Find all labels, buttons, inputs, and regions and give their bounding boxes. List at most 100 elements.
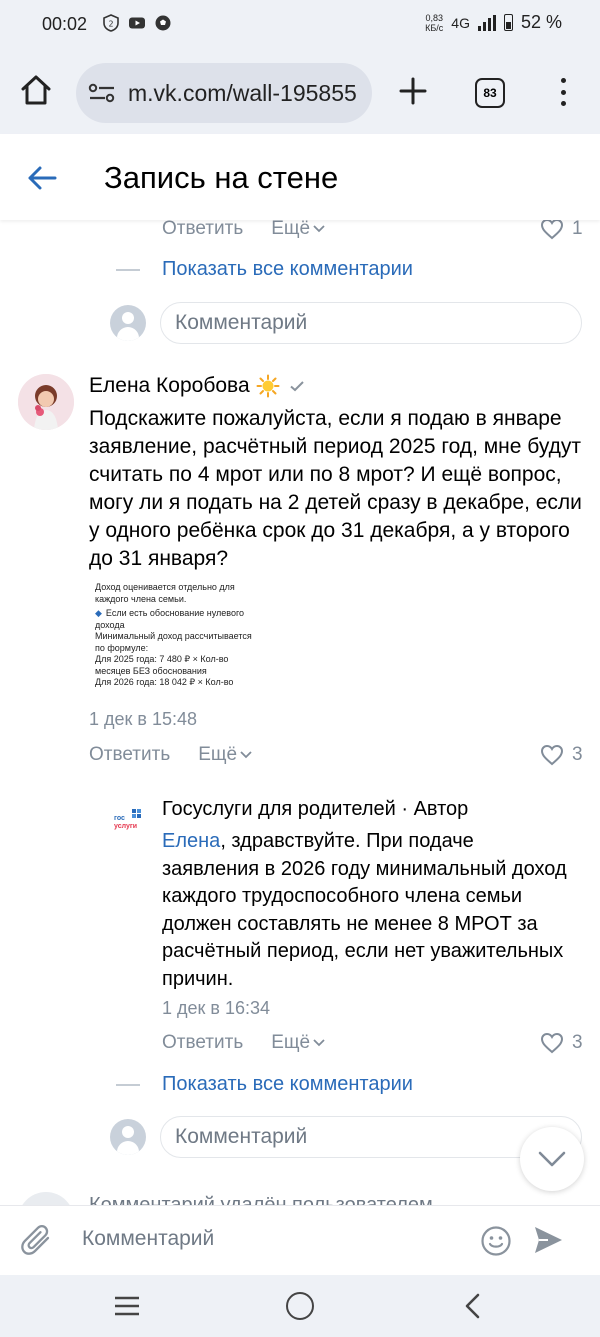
comment-text: Подскажите пожалуйста, если я подаю в ян… bbox=[89, 407, 582, 570]
like-count: 1 bbox=[572, 220, 583, 239]
emoji-icon[interactable] bbox=[480, 1225, 512, 1257]
mention-link[interactable]: Елена bbox=[162, 830, 220, 852]
attachment-line: Для 2025 года: 7 480 ₽ × Кол-во bbox=[95, 654, 229, 664]
svg-text:2: 2 bbox=[108, 20, 113, 29]
reply-text: Елена, здравствуйте. При подаче заявлени… bbox=[162, 828, 572, 993]
diamond-bullet-icon: ◆ bbox=[95, 608, 102, 618]
paperclip-icon[interactable] bbox=[20, 1222, 54, 1258]
avatar bbox=[110, 305, 146, 341]
address-bar[interactable]: m.vk.com/wall-195855 bbox=[76, 63, 372, 123]
like-count: 3 bbox=[572, 744, 583, 765]
chevron-down-icon bbox=[538, 1151, 566, 1167]
system-navigation-bar bbox=[0, 1275, 600, 1337]
thread-divider bbox=[116, 1083, 140, 1086]
composer-input[interactable]: Комментарий bbox=[82, 1227, 214, 1251]
tabs-button[interactable]: 83 bbox=[475, 78, 505, 108]
comment-author[interactable]: Елена Коробова bbox=[89, 374, 306, 398]
comment-input-row: Комментарий bbox=[110, 302, 582, 344]
network-speed-value: 0,83 КБ/с bbox=[425, 12, 444, 33]
back-arrow-icon[interactable] bbox=[26, 162, 58, 194]
recent-apps-icon[interactable] bbox=[112, 1291, 142, 1321]
status-time: 00:02 bbox=[42, 14, 88, 34]
attachment-line: Если есть обоснование нулевого bbox=[105, 608, 245, 618]
home-circle-icon[interactable] bbox=[286, 1292, 314, 1320]
reply-button[interactable]: Ответить bbox=[162, 1032, 243, 1054]
show-all-comments-link[interactable]: Показать все комментарии bbox=[162, 1073, 413, 1096]
heart-icon bbox=[540, 220, 564, 240]
attachment-line: каждого члена семьи. bbox=[95, 593, 187, 604]
comment-composer: Комментарий bbox=[0, 1205, 600, 1275]
football-icon bbox=[154, 14, 172, 32]
browser-toolbar: m.vk.com/wall-195855 83 bbox=[0, 52, 600, 134]
heart-icon bbox=[540, 744, 564, 766]
attachment-line: Минимальный доход рассчитывается bbox=[95, 631, 252, 641]
comments-feed[interactable]: Ответить Ещё 1 Показать все комментарии … bbox=[0, 220, 600, 1205]
more-label: Ещё bbox=[271, 1032, 311, 1053]
comment-input-row: Комментарий bbox=[110, 1116, 582, 1158]
more-label: Ещё bbox=[198, 744, 238, 765]
status-bar: 00:02 2 0,83 КБ/с 4G 52 % bbox=[0, 0, 600, 52]
comment-input[interactable]: Комментарий bbox=[160, 302, 582, 344]
attachment-line: по формуле: bbox=[95, 642, 149, 653]
like-button[interactable]: 1 bbox=[540, 220, 583, 240]
like-button[interactable]: 3 bbox=[540, 1032, 583, 1054]
page-header: Запись на стене bbox=[0, 134, 600, 220]
vpn-shield-icon: 2 bbox=[102, 14, 120, 32]
attachment-line: Для 2026 года: 18 042 ₽ × Кол-во bbox=[95, 677, 234, 687]
comment-input[interactable]: Комментарий bbox=[160, 1116, 582, 1158]
overflow-menu-icon[interactable] bbox=[556, 76, 570, 108]
send-icon[interactable] bbox=[532, 1224, 564, 1256]
avatar bbox=[110, 1119, 146, 1155]
youtube-icon bbox=[128, 14, 146, 32]
url-text: m.vk.com/wall-195855 bbox=[128, 79, 357, 106]
more-button[interactable]: Ещё bbox=[198, 744, 252, 766]
avatar[interactable] bbox=[18, 374, 74, 430]
reply-author[interactable]: Госуслуги для родителей · Автор bbox=[162, 798, 468, 821]
comment-actions: Ответить Ещё bbox=[89, 744, 252, 766]
more-button[interactable]: Ещё bbox=[271, 220, 325, 240]
avatar bbox=[18, 1192, 74, 1205]
comment-input-placeholder: Комментарий bbox=[175, 1125, 308, 1148]
reply-button[interactable]: Ответить bbox=[89, 744, 170, 766]
new-tab-icon[interactable] bbox=[396, 74, 430, 108]
deleted-comment-text: Комментарий удалён пользователем bbox=[89, 1194, 433, 1205]
chevron-down-icon bbox=[313, 1039, 325, 1047]
show-all-comments[interactable]: Показать все комментарии bbox=[116, 1073, 413, 1096]
reply-actions: Ответить Ещё bbox=[162, 1032, 325, 1054]
battery-icon bbox=[503, 14, 513, 31]
prev-comment-actions: Ответить Ещё bbox=[162, 220, 325, 240]
gosuslugi-logo[interactable]: гос услуги bbox=[112, 808, 144, 836]
signal-icon bbox=[477, 14, 496, 31]
comment-input-placeholder: Комментарий bbox=[175, 311, 308, 334]
logo-text-line: гос bbox=[114, 815, 125, 822]
sun-emoji-icon bbox=[256, 374, 280, 398]
comment-date[interactable]: 1 дек в 15:48 bbox=[89, 709, 197, 730]
more-label: Ещё bbox=[271, 220, 311, 239]
author-name: Елена Коробова bbox=[89, 374, 250, 397]
home-icon[interactable] bbox=[18, 72, 54, 108]
chevron-down-icon bbox=[313, 225, 325, 233]
status-right: 0,83 КБ/с 4G 52 % bbox=[425, 12, 562, 33]
attached-image[interactable]: Доход оценивается отдельно для каждого ч… bbox=[89, 578, 269, 702]
more-button[interactable]: Ещё bbox=[271, 1032, 325, 1054]
scroll-down-button[interactable] bbox=[520, 1127, 584, 1191]
status-icons: 2 bbox=[102, 14, 172, 32]
attachment-line: Доход оценивается отдельно для bbox=[95, 582, 235, 592]
like-button[interactable]: 3 bbox=[540, 744, 583, 766]
page-title: Запись на стене bbox=[104, 160, 339, 195]
reply-date[interactable]: 1 дек в 16:34 bbox=[162, 998, 270, 1019]
attachment-line: дохода bbox=[95, 619, 125, 630]
site-settings-icon[interactable] bbox=[88, 82, 116, 104]
battery-level: 52 % bbox=[520, 12, 562, 32]
checkmark-icon bbox=[289, 381, 304, 392]
thread-divider bbox=[116, 268, 140, 271]
attachment-line: месяцев БЕЗ обоснования bbox=[95, 665, 207, 676]
network-speed: 0,83 КБ/с bbox=[425, 13, 443, 33]
show-all-comments-link[interactable]: Показать все комментарии bbox=[162, 258, 413, 281]
show-all-comments[interactable]: Показать все комментарии bbox=[116, 258, 413, 281]
reply-button[interactable]: Ответить bbox=[162, 220, 243, 240]
reply-body: , здравствуйте. При подаче заявления в 2… bbox=[162, 830, 567, 990]
chevron-down-icon bbox=[240, 751, 252, 759]
network-type: 4G bbox=[451, 14, 470, 31]
back-chevron-icon[interactable] bbox=[460, 1291, 486, 1321]
